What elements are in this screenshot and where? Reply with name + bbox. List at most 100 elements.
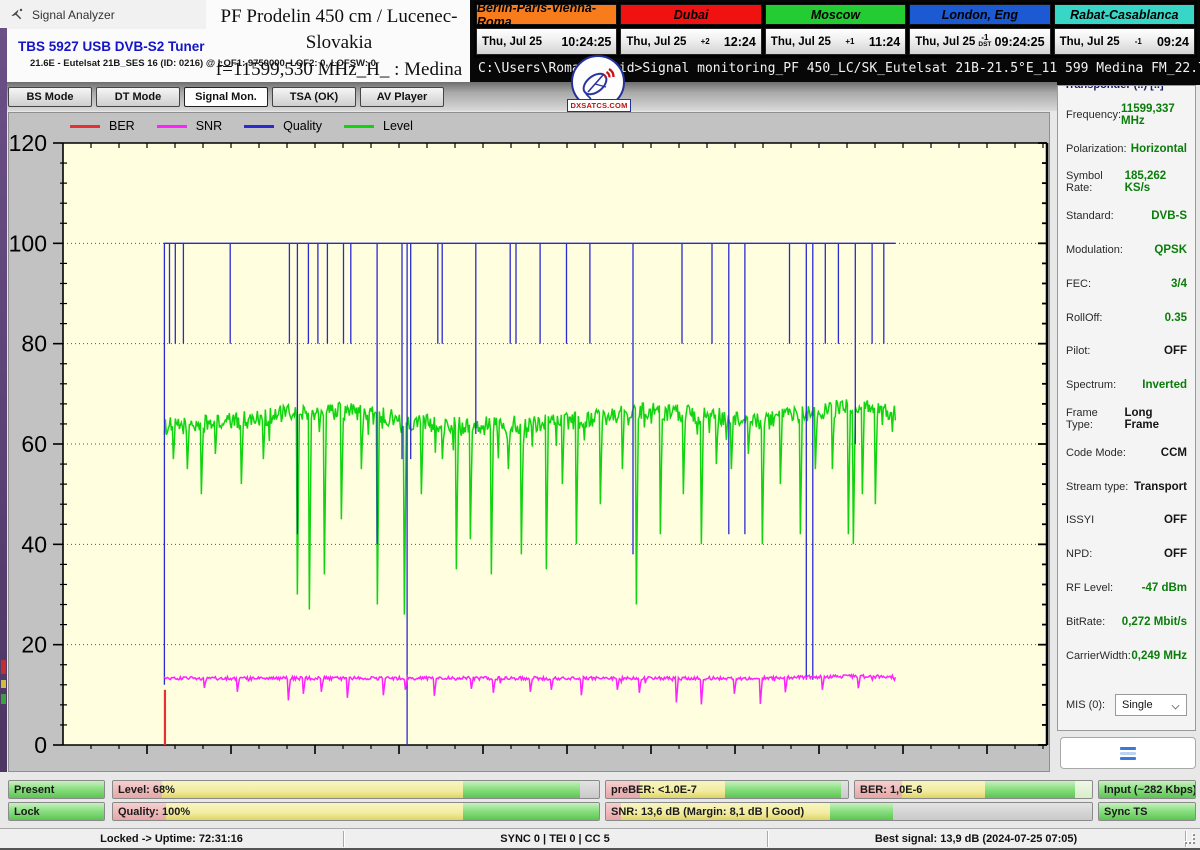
chevron-down-icon (1172, 701, 1180, 709)
clock-date: Thu, Jul 25 (1059, 35, 1120, 48)
status-best-signal: Best signal: 13,9 dB (2024-07-25 07:05) (874, 833, 1078, 845)
status-separator (343, 831, 344, 847)
param-row-rf-level: RF Level: -47 dBm (1058, 571, 1195, 605)
transponder-params: Frequency: 11599,337 MHz Polarization: Hori… (1058, 98, 1195, 673)
bar-segment-gray (579, 781, 599, 798)
clock-time-berlin-paris-vienna-roma: Thu, Jul 25 10:24:25 (476, 28, 618, 55)
status-sync-counters: SYNC 0 | TEI 0 | CC 5 (500, 833, 610, 845)
bar-segment-green (462, 803, 599, 820)
param-value: 11599,337 MHz (1121, 102, 1175, 127)
clock-time-value: 12:24 (723, 34, 756, 49)
param-value: Long Frame (1124, 407, 1159, 432)
dxsatcs-logo: DXSATCS.COM (567, 55, 633, 115)
app-icon (9, 7, 24, 22)
param-value: CCM (1160, 446, 1187, 459)
param-label: Code Mode: (1066, 446, 1126, 459)
param-label: RollOff: (1066, 311, 1103, 324)
tab-tsa-ok[interactable]: TSA (OK) (272, 87, 356, 107)
background-window-edge (0, 28, 7, 772)
utc-offset: +1 (845, 36, 855, 46)
sidebar-header-clipped: Transponder (..) [..] (1064, 86, 1195, 95)
utc-offset: -1 DST (978, 33, 992, 49)
param-label: BitRate: (1066, 615, 1106, 628)
legend-label: SNR (195, 119, 223, 133)
tab-av-player[interactable]: AV Player (360, 87, 444, 107)
bar-segment-gray (840, 781, 848, 798)
signal-chart-panel: 0 20 40 60 80 100 120 (8, 112, 1050, 772)
utc-offset: -1 (1134, 36, 1142, 46)
tab-bs-mode[interactable]: BS Mode (8, 87, 92, 107)
bar-segment-green (724, 781, 841, 798)
param-value: OFF (1164, 514, 1187, 527)
clock-city-dubai: Dubai (620, 4, 762, 25)
svg-text:0: 0 (34, 732, 47, 758)
capture-button[interactable] (1060, 737, 1196, 769)
legend-swatch (70, 124, 100, 128)
param-row-issyi: ISSYI OFF (1058, 504, 1195, 538)
param-value: 0.35 (1164, 311, 1187, 324)
bar-segment-yellow (166, 803, 463, 820)
param-row-code-mode: Code Mode: CCM (1058, 436, 1195, 470)
param-label: CarrierWidth: (1066, 649, 1131, 662)
bar-segment-palegreen (1075, 781, 1092, 798)
param-label: Spectrum: (1066, 379, 1117, 392)
mis-label: MIS (0): (1066, 699, 1106, 711)
svg-text:80: 80 (21, 331, 47, 357)
param-row-bitrate: BitRate: 0,272 Mbit/s (1058, 605, 1195, 639)
clock-time-dubai: Thu, Jul 25 +2 12:24 (620, 28, 762, 55)
legend-item-ber: BER (70, 119, 135, 133)
level-bar: Level: 68% (112, 780, 600, 799)
legend-label: BER (109, 119, 135, 133)
param-label: NPD: (1066, 548, 1093, 561)
tab-strip: BS Mode DT Mode Signal Mon. TSA (OK) AV Play… (8, 87, 444, 107)
quality-bar: Quality: 100% (112, 802, 600, 821)
param-row-npd: NPD: OFF (1058, 537, 1195, 571)
resize-grip[interactable] (1185, 834, 1197, 846)
param-row-modulation: Modulation: QPSK (1058, 233, 1195, 267)
legend-item-level: Level (344, 119, 413, 133)
param-label: Polarization: (1066, 142, 1127, 155)
legend-swatch (344, 124, 375, 128)
sidebar-header-text: Transponder (..) [..] (1064, 86, 1195, 91)
status-uptime: Locked -> Uptime: 72:31:16 (100, 833, 243, 845)
bar-segment-green (985, 781, 1076, 798)
param-value: Inverted (1142, 379, 1187, 392)
param-row-frame-type: Frame Type: Long Frame (1058, 402, 1195, 436)
bar-label: Quality: 100% (118, 805, 191, 818)
ber-bar: BER: 1,0E-6 (854, 780, 1093, 799)
mis-value: Single (1122, 699, 1153, 711)
svg-text:60: 60 (21, 431, 47, 457)
status-bar: Locked -> Uptime: 72:31:16 SYNC 0 | TEI … (0, 828, 1200, 849)
clock-date: Thu, Jul 25 (915, 35, 976, 48)
bar-segment-green (829, 803, 893, 820)
param-label: Standard: (1066, 210, 1114, 223)
clock-time-london-eng: Thu, Jul 25 -1 DST 09:24:25 (909, 28, 1051, 55)
tab-signal-mon[interactable]: Signal Mon. (184, 87, 268, 107)
param-label: Stream type: (1066, 480, 1129, 493)
param-row-standard: Standard: DVB-S (1058, 199, 1195, 233)
legend-swatch (244, 124, 275, 128)
title-bar: Signal Analyzer (0, 0, 206, 29)
bar-label: Sync TS (1104, 805, 1148, 818)
param-value: 0,249 MHz (1131, 649, 1187, 662)
mis-dropdown[interactable]: Single (1115, 694, 1187, 716)
legend-label: Level (383, 119, 413, 133)
clock-date: Thu, Jul 25 (626, 35, 687, 48)
clock-time-value: 09:24:25 (994, 34, 1045, 49)
antenna-location-title: PF Prodelin 450 cm / Lucenec-Slovakia (220, 6, 458, 53)
legend-swatch (156, 124, 187, 128)
preber-bar: preBER: <1.0E-7 (605, 780, 849, 799)
dxsatcs-logo-text: DXSATCS.COM (570, 101, 628, 110)
bar-label: Lock (14, 805, 40, 818)
clock-time-value: 10:24:25 (561, 34, 612, 49)
tab-dt-mode[interactable]: DT Mode (96, 87, 180, 107)
clock-time-value: 11:24 (868, 34, 901, 49)
param-row-frequency: Frequency: 11599,337 MHz (1058, 98, 1195, 132)
clock-time-moscow: Thu, Jul 25 +1 11:24 (764, 28, 907, 55)
param-row-spectrum: Spectrum: Inverted (1058, 368, 1195, 402)
bar-label: SNR: 13,6 dB (Margin: 8,1 dB | Good) (611, 805, 805, 818)
present-indicator: Present (8, 780, 105, 799)
bar-segment-green (462, 781, 580, 798)
mis-row: MIS (0): Single (1058, 694, 1195, 716)
param-value: Transport (1133, 480, 1187, 493)
